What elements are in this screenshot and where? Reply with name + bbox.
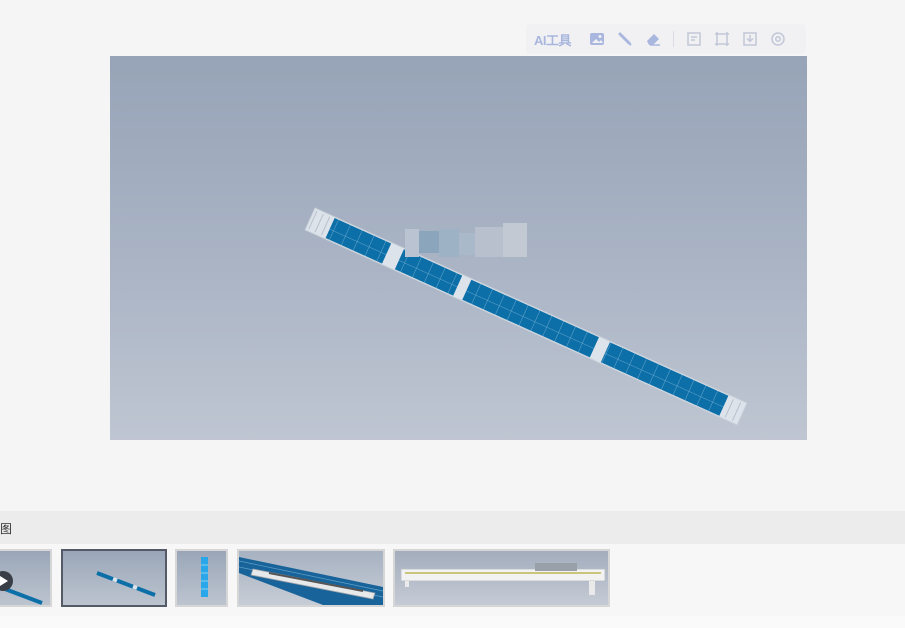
settings-icon[interactable] bbox=[770, 24, 786, 54]
thumb-top-view[interactable] bbox=[61, 549, 167, 607]
image-icon[interactable] bbox=[589, 24, 605, 54]
thumb-end-view[interactable] bbox=[175, 549, 228, 607]
ai-tools-button[interactable]: AI工具 bbox=[534, 24, 572, 54]
download-icon[interactable] bbox=[742, 24, 758, 54]
thumb-perspective[interactable] bbox=[237, 549, 385, 607]
brush-icon[interactable] bbox=[617, 24, 633, 54]
thumbnail-header-label: 图 bbox=[0, 522, 13, 536]
thumb-side-view[interactable] bbox=[393, 549, 610, 607]
expand-icon[interactable] bbox=[714, 24, 730, 54]
crop-icon[interactable] bbox=[686, 24, 702, 54]
thumbnail-strip bbox=[0, 544, 905, 616]
thumb-video[interactable] bbox=[0, 549, 52, 607]
eraser-icon[interactable] bbox=[645, 24, 661, 54]
viewer-toolbar: AI工具 bbox=[526, 24, 806, 54]
watermark-blur bbox=[405, 223, 527, 263]
model-viewer[interactable] bbox=[110, 56, 807, 440]
toolbar-separator bbox=[673, 31, 675, 47]
thumbnail-header: 图 bbox=[0, 511, 905, 544]
footer-area bbox=[0, 616, 905, 628]
